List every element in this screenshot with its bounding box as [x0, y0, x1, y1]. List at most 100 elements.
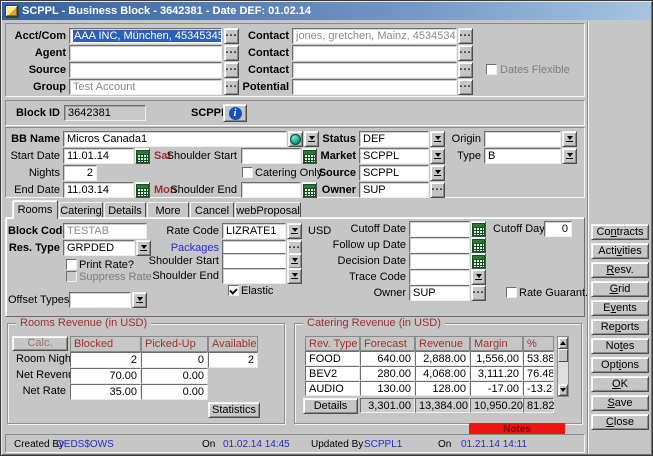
cutoff-date-calendar-button[interactable] [471, 221, 486, 237]
contact3-field[interactable] [292, 62, 457, 78]
decision-date-field[interactable] [409, 253, 470, 269]
contact3-lov-button[interactable] [458, 62, 473, 78]
offset-types-dropdown-button[interactable] [132, 292, 147, 308]
scroll-down-button[interactable] [558, 384, 568, 396]
contact2-lov-button[interactable] [458, 45, 473, 61]
end-date-field[interactable]: 11.03.14 [63, 182, 134, 198]
bb-name-label: BB Name [8, 133, 60, 146]
rate-guarant-checkbox[interactable] [506, 287, 517, 298]
agent-field[interactable] [69, 45, 222, 61]
events-button[interactable]: Events [591, 300, 649, 316]
cat-row-forecast[interactable]: 130.00 [360, 381, 415, 396]
cat-row-type[interactable]: BEV2 [305, 366, 360, 381]
details-button[interactable]: Details [303, 398, 358, 414]
acct-com-field[interactable]: AAA INC, München, 45345345 [69, 28, 222, 44]
origin-field[interactable] [484, 131, 561, 147]
options-button[interactable]: Options [591, 357, 649, 373]
follow-up-date-calendar-button[interactable] [471, 237, 486, 253]
cat-row-percent[interactable]: 76.48 [523, 366, 554, 381]
suppress-rate-checkbox[interactable] [66, 271, 77, 282]
packages-link-label[interactable]: Packages [134, 242, 219, 255]
owner-field[interactable]: SUP [359, 182, 429, 198]
contact1-lov-button[interactable] [458, 28, 473, 44]
rooms-shoulder-end-field[interactable] [222, 268, 286, 284]
source-field[interactable] [69, 62, 222, 78]
dates-flexible-checkbox[interactable] [486, 64, 497, 75]
potential-lov-button[interactable] [458, 79, 473, 95]
close-button[interactable]: Close [591, 414, 649, 430]
offset-types-field[interactable] [69, 292, 131, 308]
rooms-owner-lov-button[interactable] [471, 285, 486, 301]
cat-row-revenue[interactable]: 128.00 [415, 381, 470, 396]
follow-up-date-field[interactable] [409, 237, 470, 253]
source2-field[interactable]: SCPPL [359, 165, 429, 181]
print-rate-checkbox[interactable] [66, 259, 77, 270]
decision-date-calendar-button[interactable] [471, 253, 486, 269]
cutoff-days-field[interactable]: 0 [544, 221, 572, 237]
cat-row-margin[interactable]: 1,556.00 [470, 351, 523, 366]
resv-button[interactable]: Resv. [591, 262, 649, 278]
save-button[interactable]: Save [591, 395, 649, 411]
title-bar[interactable]: SCPPL - Business Block - 3642381 - Date … [2, 2, 651, 20]
contact2-field[interactable] [292, 45, 457, 61]
res-type-field[interactable]: GRPDED [63, 240, 135, 256]
tab-catering[interactable]: Catering [59, 202, 103, 218]
rooms-owner-field[interactable]: SUP [409, 285, 470, 301]
block-id-field[interactable]: 3642381 [64, 105, 146, 121]
contact1-field[interactable]: jones, gretchen, Mainz, 45345345 [292, 28, 457, 44]
tab-more[interactable]: More [147, 202, 189, 218]
shoulder-end-field[interactable] [241, 182, 301, 198]
cat-row-forecast[interactable]: 280.00 [360, 366, 415, 381]
potential-field[interactable] [292, 79, 457, 95]
cat-row-type[interactable]: AUDIO [305, 381, 360, 396]
source2-dropdown-button[interactable] [430, 165, 445, 181]
rooms-shoulder-start-dropdown-button[interactable] [287, 253, 302, 269]
cat-row-revenue[interactable]: 4,068.00 [415, 366, 470, 381]
block-code-label: Block Code [8, 225, 60, 238]
cat-row-percent[interactable]: -13.28 [523, 381, 554, 396]
tab-rooms[interactable]: Rooms [12, 200, 58, 219]
catering-only-checkbox[interactable] [242, 167, 253, 178]
start-date-field[interactable]: 11.01.14 [63, 148, 134, 164]
property-info-button[interactable]: i [223, 104, 247, 122]
status-field[interactable]: DEF [359, 131, 429, 147]
cat-row-forecast[interactable]: 640.00 [360, 351, 415, 366]
tab-details[interactable]: Details [104, 202, 146, 218]
notes-button[interactable]: Notes [591, 338, 649, 354]
cat-row-percent[interactable]: 53.88 [523, 351, 554, 366]
group-field[interactable]: Test Account [69, 79, 222, 95]
owner-lov-button[interactable] [430, 182, 445, 198]
calc-button[interactable]: Calc. [12, 336, 68, 351]
origin-dropdown-button[interactable] [562, 131, 577, 147]
contracts-button[interactable]: Contracts [591, 224, 649, 240]
rate-code-field[interactable]: LIZRATE1 [222, 223, 286, 239]
elastic-checkbox[interactable] [228, 285, 239, 296]
rooms-shoulder-end-dropdown-button[interactable] [287, 268, 302, 284]
cutoff-date-field[interactable] [409, 221, 470, 237]
activities-button[interactable]: Activities [591, 243, 649, 259]
ok-button[interactable]: OK [591, 376, 649, 392]
scroll-up-button[interactable] [558, 337, 568, 349]
bb-name-field[interactable]: Micros Canada1 [63, 131, 287, 147]
market-field[interactable]: SCPPL [359, 148, 429, 164]
cat-row-revenue[interactable]: 2,888.00 [415, 351, 470, 366]
catering-scrollbar[interactable] [557, 336, 569, 397]
statistics-button[interactable]: Statistics [208, 402, 260, 418]
cat-row-type[interactable]: FOOD [305, 351, 360, 366]
rate-code-dropdown-button[interactable] [287, 223, 302, 239]
trace-code-field[interactable] [409, 269, 470, 285]
type-dropdown-button[interactable] [562, 148, 577, 164]
tab-webproposal[interactable]: webProposal [235, 202, 301, 218]
cat-row-margin[interactable]: 3,111.20 [470, 366, 523, 381]
rooms-shoulder-start-field[interactable] [222, 253, 286, 269]
nights-field[interactable]: 2 [63, 165, 97, 181]
type-field[interactable]: B [484, 148, 561, 164]
scrollbar-thumb[interactable] [558, 349, 568, 362]
shoulder-start-field[interactable] [241, 148, 301, 164]
grid-button[interactable]: Grid [591, 281, 649, 297]
reports-button[interactable]: Reports [591, 319, 649, 335]
cat-row-margin[interactable]: -17.00 [470, 381, 523, 396]
tab-cancel[interactable]: Cancel [190, 202, 234, 218]
trace-code-dropdown-button[interactable] [471, 269, 486, 285]
contact2-label: Contact [236, 47, 289, 60]
